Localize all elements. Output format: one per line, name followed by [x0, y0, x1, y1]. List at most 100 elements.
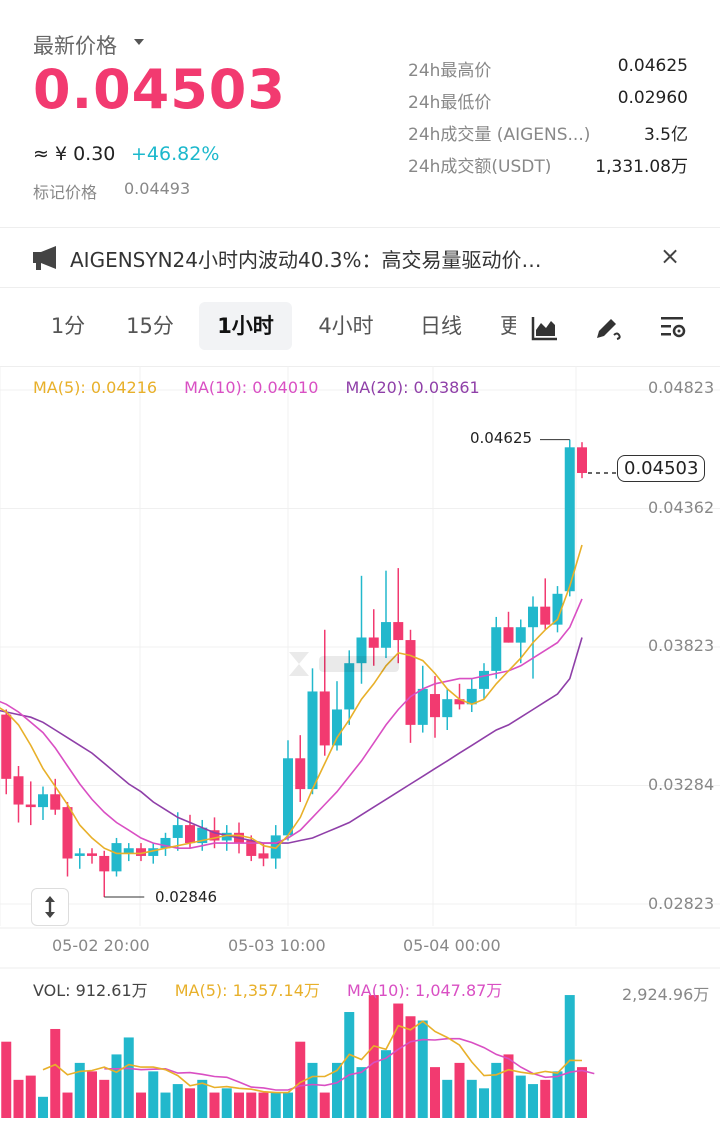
y-axis-label: 0.04362	[648, 498, 715, 517]
volume-bar	[87, 1071, 97, 1118]
kline-canvas[interactable]	[0, 366, 720, 1141]
vertical-arrows-icon	[45, 896, 55, 918]
stat-turnover-label: 24h成交额(USDT)	[408, 157, 552, 177]
candle-body	[319, 691, 330, 746]
volume-bar	[283, 1092, 293, 1118]
candle-body	[564, 447, 575, 592]
tab-1m[interactable]: 1分	[40, 302, 96, 350]
y-axis-label: 0.02823	[648, 894, 715, 913]
candle-body	[503, 627, 514, 643]
candle-body	[417, 688, 428, 725]
volume-bar	[25, 1075, 36, 1118]
candle-body	[332, 709, 342, 746]
candle-body	[491, 627, 502, 671]
y-axis-label: 0.03823	[648, 636, 715, 655]
volume-bar	[209, 1092, 220, 1118]
current-price-tag[interactable]: 0.04503	[617, 455, 706, 482]
volume-max-label: 2,924.96万	[622, 985, 710, 1004]
volume-bar	[185, 1088, 195, 1118]
mark-price-value: 0.04493	[124, 179, 191, 198]
volume-bar	[13, 1079, 24, 1118]
ma-legend: MA(5): 0.04216 MA(10): 0.04010 MA(20): 0…	[33, 378, 502, 397]
candle-body	[172, 825, 183, 838]
volume-bar	[552, 1071, 563, 1118]
volume-value: VOL: 912.61万	[33, 981, 148, 1000]
chart-type-icon[interactable]	[531, 314, 559, 342]
volume-bar	[319, 1092, 330, 1118]
candle-body	[258, 853, 269, 859]
volume-bar	[540, 1079, 551, 1118]
volume-bar	[307, 1062, 318, 1118]
candle-body	[185, 825, 195, 844]
candle-body	[528, 606, 538, 628]
volume-ma10-value: MA(10): 1,047.87万	[346, 981, 503, 1000]
stat-high-value: 0.04625	[617, 56, 688, 76]
latest-price-label[interactable]: 最新价格	[33, 30, 117, 60]
volume-bar	[246, 1092, 257, 1118]
volume-bar	[381, 1050, 391, 1118]
y-axis-label: 0.03284	[648, 775, 715, 794]
volume-bar	[111, 1054, 122, 1118]
volume-bar	[430, 1067, 440, 1118]
candle-body	[87, 853, 97, 856]
stat-low-label: 24h最低价	[408, 93, 492, 113]
tab-4h[interactable]: 4小时	[308, 302, 384, 350]
volume-bar	[99, 1079, 110, 1118]
volume-bar	[1, 1041, 12, 1118]
mark-price-label: 标记价格	[33, 183, 98, 202]
candle-body	[123, 848, 134, 854]
candle-body	[38, 794, 48, 808]
candle-body	[25, 804, 36, 808]
volume-bar	[160, 1092, 171, 1118]
volume-bar	[564, 995, 575, 1118]
candle-body	[111, 843, 122, 872]
last-price: 0.04503	[33, 58, 286, 121]
volume-bar	[466, 1079, 477, 1118]
megaphone-icon	[33, 246, 56, 270]
volume-bar	[442, 1079, 453, 1118]
low-annotation: 0.02846	[155, 888, 218, 906]
volume-bar	[136, 1092, 146, 1118]
volume-bar	[417, 1020, 428, 1118]
volume-legend: VOL: 912.61万 MA(5): 1,357.14万 MA(10): 1,…	[33, 977, 524, 1001]
interval-tabbar: 1分 15分 1小时 4小时 日线 更	[0, 290, 720, 366]
candle-body	[479, 670, 489, 689]
candle-body	[62, 807, 73, 859]
volume-bar	[148, 1071, 159, 1118]
tab-1d[interactable]: 日线	[409, 302, 473, 350]
tab-15m[interactable]: 15分	[116, 302, 184, 350]
announcement-bar[interactable]: AIGENSYN24小时内波动40.3%：高交易量驱动价… ×	[0, 230, 720, 286]
volume-bar	[172, 1084, 183, 1118]
x-axis-label: 05-03 10:00	[228, 936, 326, 955]
candle-body	[50, 794, 61, 810]
chart-expand-button[interactable]	[31, 888, 69, 926]
volume-bar	[405, 1016, 416, 1118]
candle-body	[307, 691, 318, 790]
divider	[0, 287, 720, 288]
volume-bar	[62, 1092, 73, 1118]
volume-bar	[577, 1067, 587, 1118]
close-icon[interactable]: ×	[660, 242, 680, 270]
caret-down-icon[interactable]	[134, 39, 144, 45]
tab-more[interactable]: 更	[500, 302, 516, 350]
volume-bar	[528, 1084, 538, 1118]
announcement-text[interactable]: AIGENSYN24小时内波动40.3%：高交易量驱动价…	[70, 244, 542, 273]
volume-bar	[123, 1037, 134, 1118]
ma20-value: MA(20): 0.03861	[345, 378, 480, 397]
stat-volume-label: 24h成交量 (AIGENS...)	[408, 125, 591, 145]
volume-bar	[197, 1079, 208, 1118]
cny-equivalent: ≈ ¥ 0.30	[33, 143, 116, 165]
kline-chart[interactable]: MA(5): 0.04216 MA(10): 0.04010 MA(20): 0…	[0, 366, 720, 1141]
draw-icon[interactable]	[594, 314, 622, 342]
candle-body	[515, 627, 526, 643]
volume-bar	[515, 1075, 526, 1118]
volume-bar	[50, 1028, 61, 1118]
tab-1h[interactable]: 1小时	[199, 302, 292, 350]
volume-bar	[258, 1092, 269, 1118]
volume-bar	[454, 1062, 465, 1118]
indicator-settings-icon[interactable]	[659, 314, 687, 342]
candle-body	[1, 714, 12, 779]
candle-body	[393, 622, 404, 641]
candle-body	[295, 758, 306, 790]
x-axis-label: 05-04 00:00	[403, 936, 501, 955]
